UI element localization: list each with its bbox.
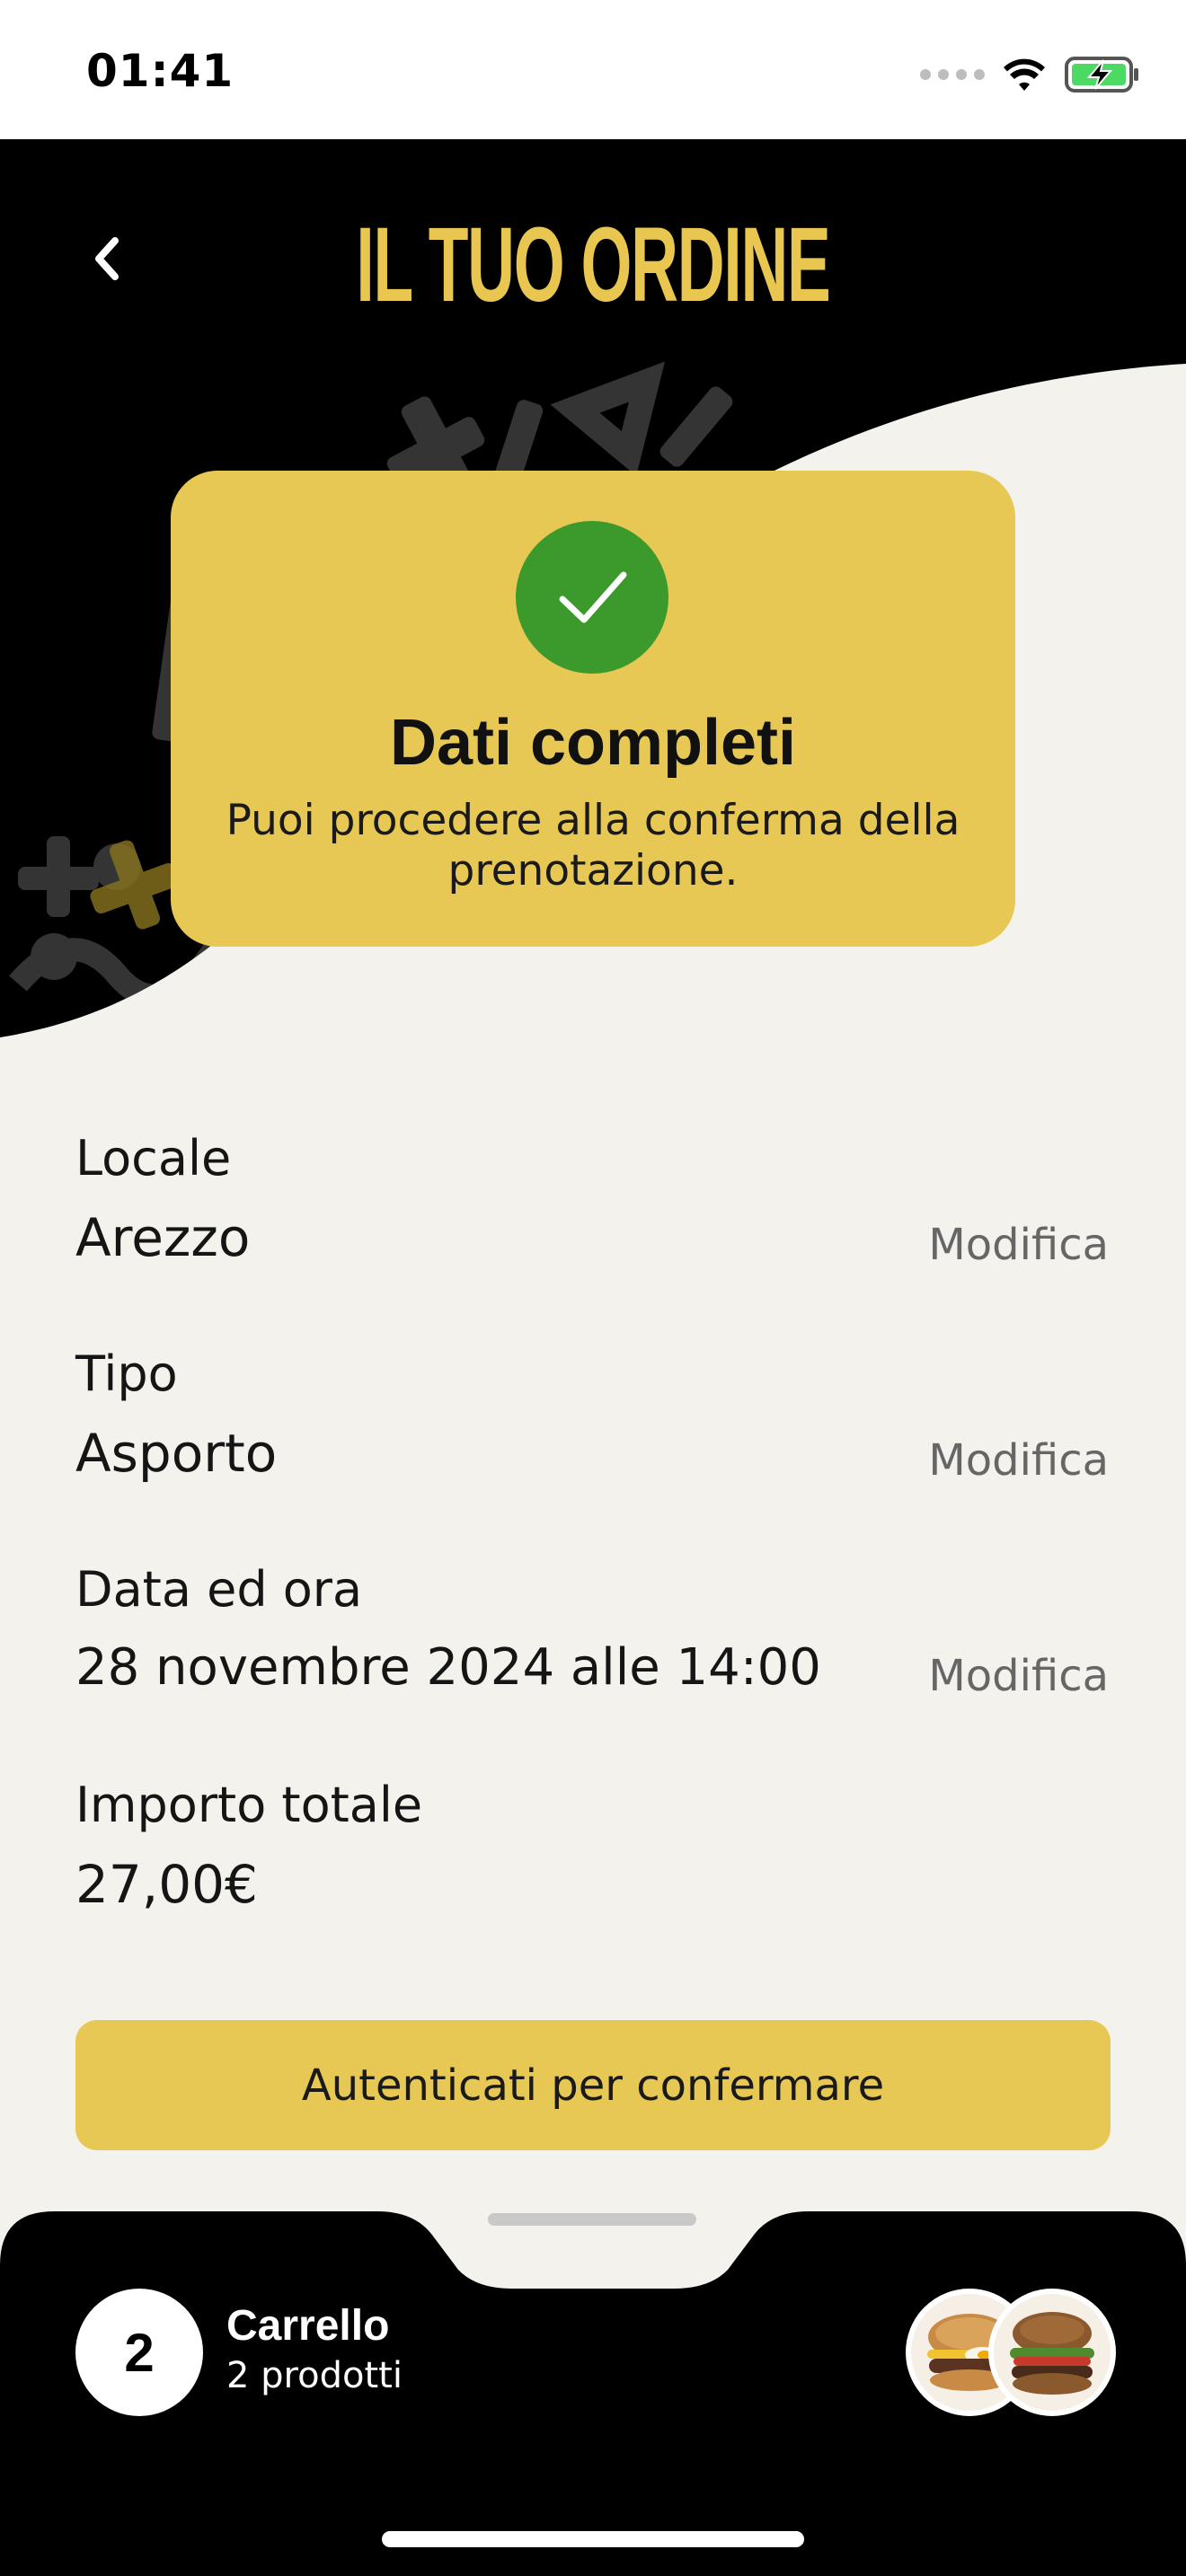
edit-locale-link[interactable]: Modifica [928, 1220, 1109, 1270]
detail-label: Data ed ora [75, 1561, 363, 1618]
card-title: Dati completi [389, 707, 797, 779]
detail-value: Arezzo [75, 1207, 251, 1268]
cart-title: Carrello [226, 2302, 390, 2350]
wifi-icon [1004, 58, 1045, 91]
success-badge [516, 521, 668, 674]
cart-count-badge: 2 [75, 2289, 203, 2416]
card-subtitle: Puoi procedere alla conferma della preno… [226, 796, 960, 895]
completion-card: Dati completi Puoi procedere alla confer… [171, 471, 1015, 947]
burger-salad-image [994, 2294, 1111, 2411]
status-icons [920, 52, 1141, 97]
page-title: IL TUO ORDINE [356, 206, 830, 324]
battery-charging-icon [1065, 57, 1138, 93]
detail-row-total: Importo totale 27,00€ [0, 1760, 1186, 1940]
back-button[interactable] [72, 225, 140, 293]
edit-datetime-link[interactable]: Modifica [928, 1651, 1109, 1701]
cart-subtitle: 2 prodotti [226, 2355, 403, 2396]
detail-value: 28 novembre 2024 alle 14:00 [75, 1638, 821, 1697]
detail-label: Tipo [75, 1345, 178, 1402]
status-bar: 01:41 [0, 0, 1186, 139]
detail-label: Importo totale [75, 1777, 423, 1833]
total-amount: 27,00€ [75, 1854, 258, 1915]
home-indicator [382, 2531, 804, 2547]
detail-row-locale: Locale Arezzo Modifica [0, 1114, 1186, 1293]
signal-icon [920, 69, 985, 80]
detail-row-datetime: Data ed ora 28 novembre 2024 alle 14:00 … [0, 1545, 1186, 1725]
check-icon [559, 571, 627, 623]
authenticate-confirm-button[interactable]: Autenticati per confermare [75, 2020, 1111, 2150]
status-time: 01:41 [86, 45, 235, 97]
edit-tipo-link[interactable]: Modifica [928, 1435, 1109, 1486]
detail-value: Asporto [75, 1423, 278, 1484]
detail-row-tipo: Tipo Asporto Modifica [0, 1329, 1186, 1509]
chevron-left-icon [95, 237, 119, 280]
detail-label: Locale [75, 1130, 232, 1187]
drag-handle[interactable] [488, 2213, 696, 2226]
burger-salad-thumbnail [988, 2289, 1116, 2416]
